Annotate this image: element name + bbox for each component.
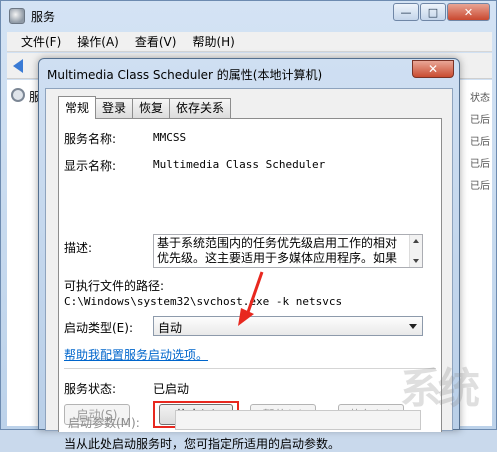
status-fragment: 已后 [470,137,490,148]
menu-help[interactable]: 帮助(H) [192,33,234,50]
display-name-value: Multimedia Class Scheduler [153,158,326,171]
start-params-label: 启动参数(M): [68,416,140,430]
watermark: 系统 [400,364,480,413]
tab-general[interactable]: 常规 [58,96,97,119]
service-name-label: 服务名称: [64,132,117,146]
help-configure-link[interactable]: 帮助我配置服务启动选项。 [64,346,208,363]
divider [64,368,436,369]
minimize-button[interactable]: — [393,3,419,21]
chevron-down-icon [409,324,417,329]
properties-dialog: Multimedia Class Scheduler 的属性(本地计算机) ✕ … [38,58,460,451]
tab-recovery[interactable]: 恢复 [132,98,171,118]
description-box[interactable]: 基于系统范围内的任务优先级启用工作的相对优先级。这主要适用于多媒体应用程序。如果 [153,234,423,268]
status-fragment: 已后 [470,159,490,170]
dialog-close-button[interactable]: ✕ [412,60,454,78]
maximize-button[interactable]: □ [420,3,446,21]
service-status-value: 已启动 [153,382,190,396]
description-label: 描述: [64,241,93,255]
status-fragment: 已后 [470,181,490,192]
dialog-body: 常规 登录 恢复 依存关系 服务名称: MMCSS 显示名称: Multimed… [45,88,453,451]
menu-view[interactable]: 查看(V) [135,33,177,50]
service-status-label: 服务状态: [64,382,117,396]
dialog-title: Multimedia Class Scheduler 的属性(本地计算机) [47,68,323,82]
services-window-title: 服务 [31,10,56,24]
services-app-icon [9,8,25,24]
scroll-up-icon[interactable] [413,239,419,243]
tab-dependencies[interactable]: 依存关系 [169,98,232,118]
close-window-button[interactable]: ✕ [447,3,490,21]
general-tab-panel: 服务名称: MMCSS 显示名称: Multimedia Class Sched… [58,118,442,451]
service-name-value: MMCSS [153,131,187,144]
display-name-label: 显示名称: [64,159,117,173]
exe-path-label: 可执行文件的路径: [64,279,165,293]
services-node-icon [11,88,25,102]
menu-file[interactable]: 文件(F) [21,33,61,50]
tab-logon[interactable]: 登录 [95,98,134,118]
start-params-note: 当从此处启动服务时，您可指定所适用的启动参数。 [64,437,341,451]
back-arrow-icon[interactable] [13,59,23,73]
menu-action[interactable]: 操作(A) [77,33,119,50]
scroll-down-icon[interactable] [413,259,419,263]
status-fragment: 状态 [470,93,490,104]
menu-bar: 文件(F) 操作(A) 查看(V) 帮助(H) [7,32,492,52]
status-column-fragment: 状态 已后 已后 已后 已后 [470,88,490,198]
start-params-input[interactable] [175,410,421,430]
startup-type-value: 自动 [158,321,183,335]
tab-strip: 常规 登录 恢复 依存关系 [58,96,232,119]
window-controls: — □ ✕ [392,3,490,21]
services-titlebar: 服务 — □ ✕ [1,1,496,31]
description-scrollbar[interactable] [409,235,422,267]
startup-type-label: 启动类型(E): [64,321,133,335]
status-fragment: 已后 [470,115,490,126]
description-text: 基于系统范围内的任务优先级启用工作的相对优先级。这主要适用于多媒体应用程序。如果 [157,236,398,265]
startup-type-select[interactable]: 自动 [153,316,423,336]
exe-path-value: C:\Windows\system32\svchost.exe -k netsv… [64,295,343,308]
